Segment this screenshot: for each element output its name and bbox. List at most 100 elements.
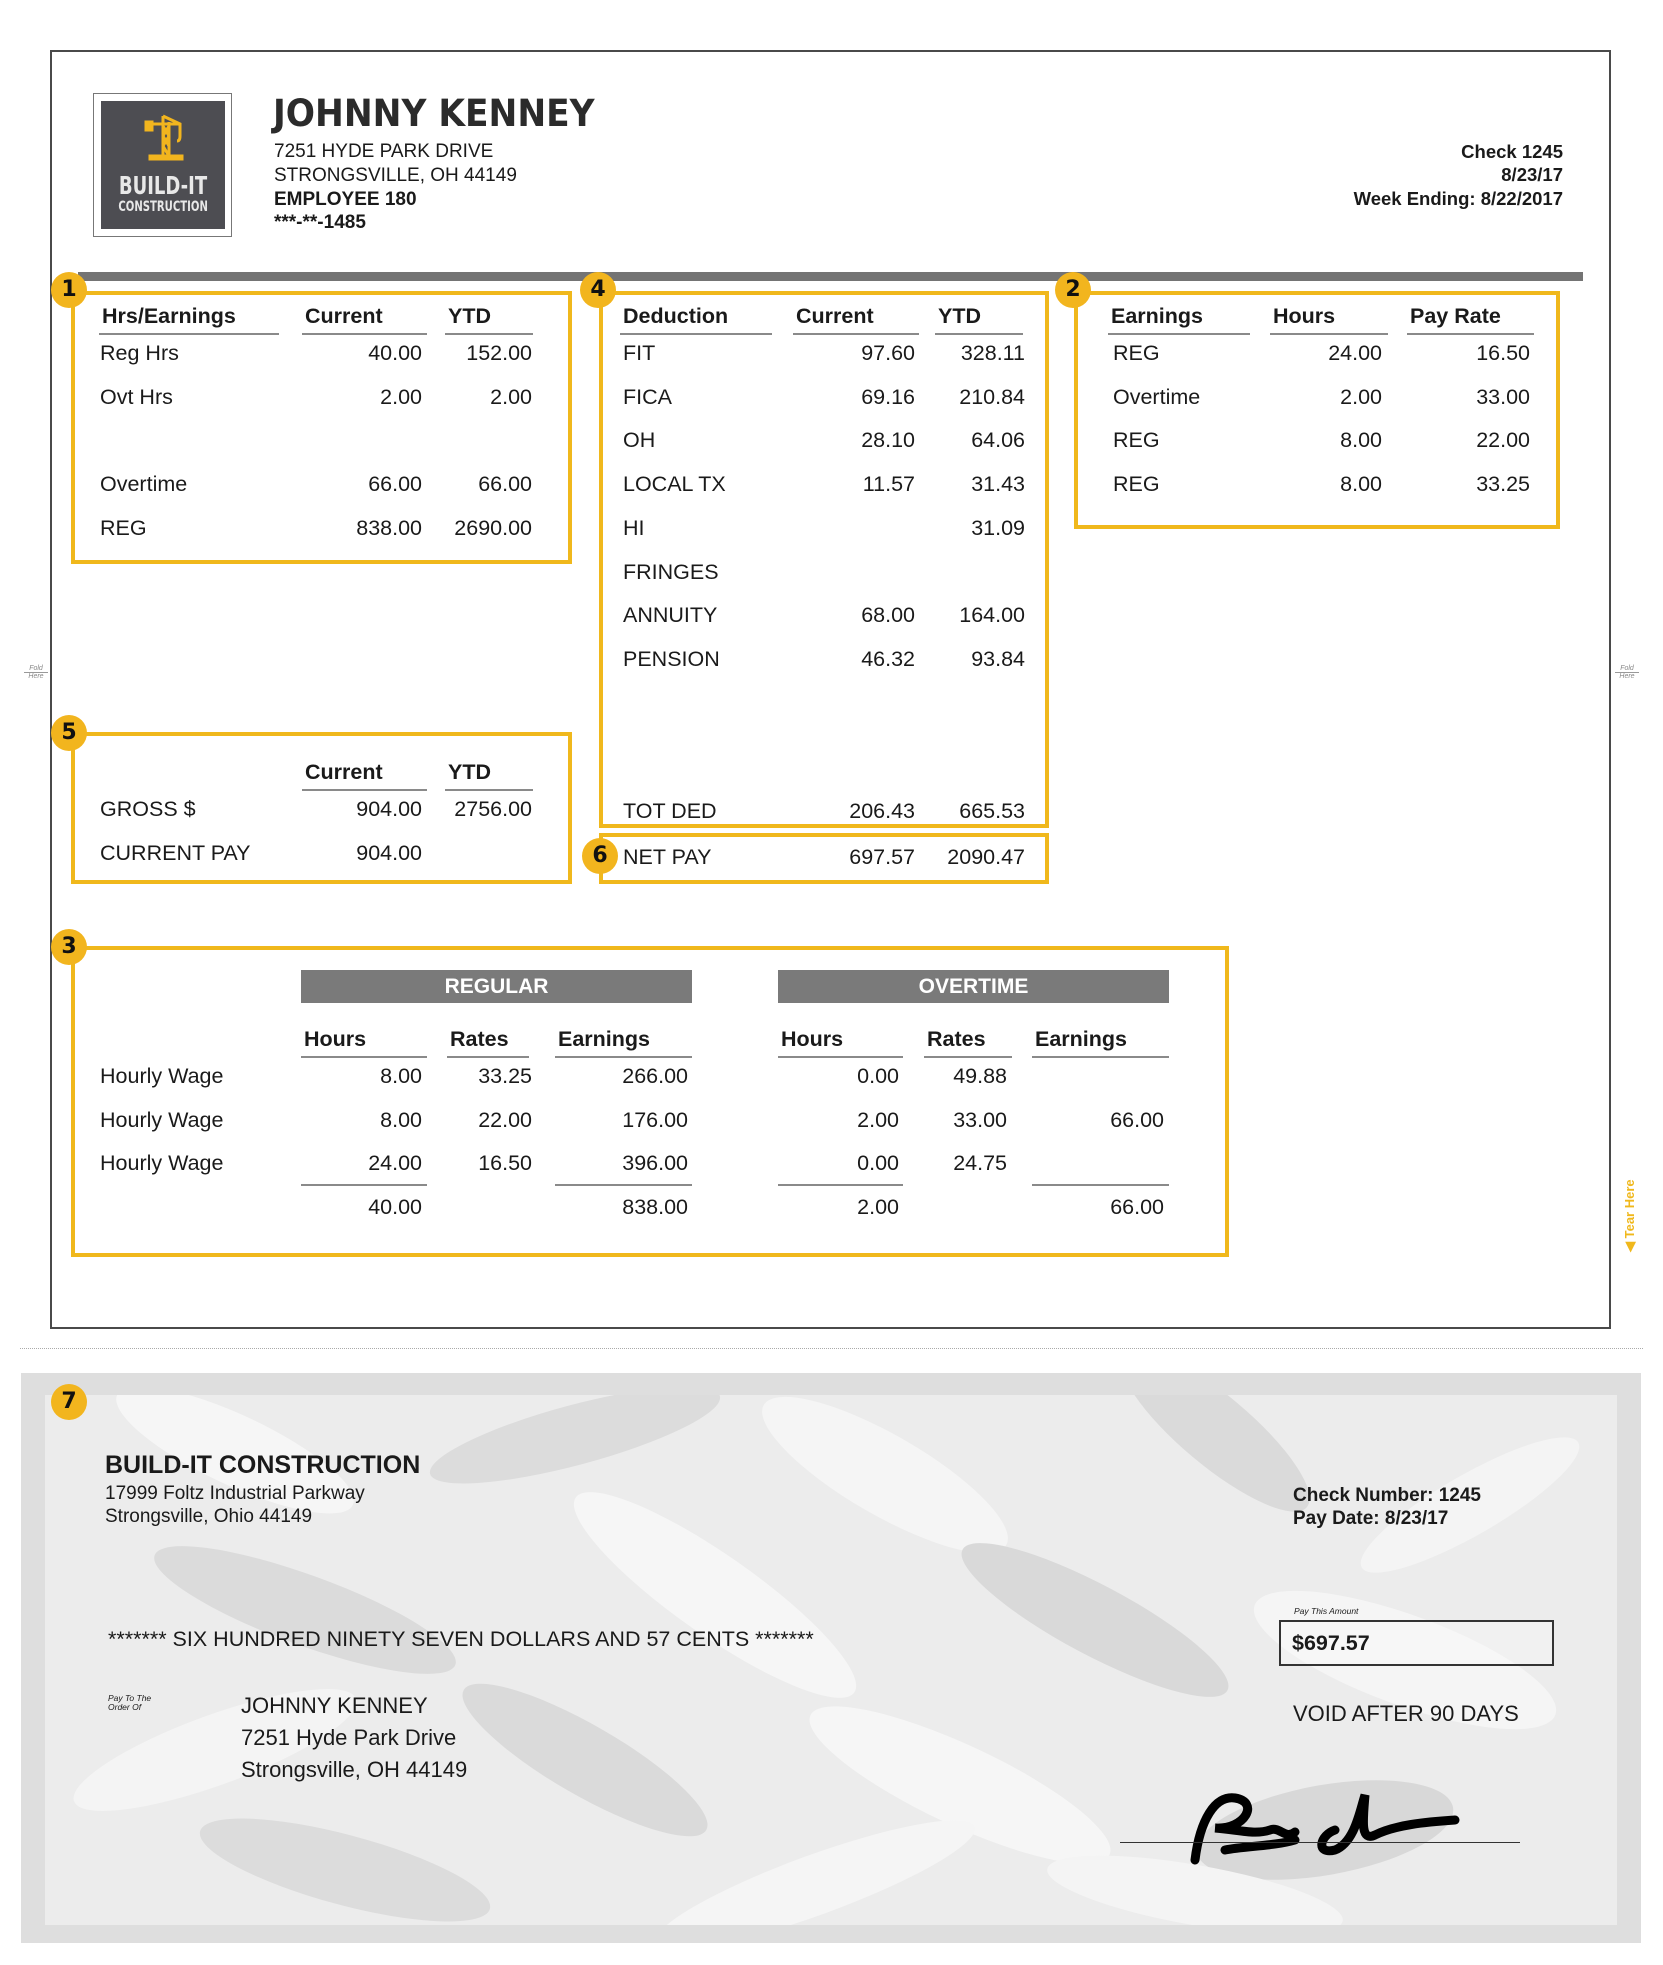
- overtime-earnings: 66.00: [1110, 1107, 1164, 1132]
- overtime-earnings-total: 66.00: [1110, 1195, 1164, 1219]
- row-current: 2.00: [380, 384, 422, 409]
- deduction-current: 28.10: [861, 428, 915, 453]
- row-label: Overtime: [100, 472, 188, 497]
- gross-row-ytd: 2756.00: [454, 797, 532, 821]
- gross-row-current: 904.00: [356, 797, 422, 821]
- overtime-col-hours-underline: [778, 1056, 903, 1058]
- section-badge-6: 6: [582, 838, 618, 874]
- check-company-address1: 17999 Foltz Industrial Parkway: [105, 1483, 365, 1504]
- fold-label: Here: [1619, 673, 1635, 680]
- gross-row-label: GROSS $: [100, 797, 196, 821]
- overtime-header: OVERTIME: [778, 970, 1169, 1003]
- row-ytd: 152.00: [466, 341, 532, 365]
- earning-label: REG: [1113, 472, 1160, 497]
- deduction-label: PENSION: [623, 646, 720, 671]
- earning-label: Overtime: [1113, 384, 1201, 409]
- fold-marker-right: Fold Here: [1615, 665, 1639, 680]
- fold-label: Here: [28, 673, 44, 680]
- overtime-hours: 0.00: [857, 1151, 899, 1176]
- regular-hours: 8.00: [380, 1107, 422, 1132]
- employee-id: EMPLOYEE 180: [274, 189, 417, 210]
- row-label: REG: [100, 515, 147, 540]
- overtime-col-earnings: Earnings: [1035, 1027, 1127, 1051]
- logo-text-primary: BUILD-IT: [118, 171, 208, 200]
- deduction-label: FIT: [623, 341, 656, 365]
- col-header-hours: Hours: [1273, 304, 1336, 328]
- col-header-hrs-earnings-underline: [99, 333, 279, 335]
- col-header-deduction: Deduction: [623, 304, 729, 328]
- deduction-ytd: 31.43: [971, 472, 1025, 497]
- regular-col-hours-underline: [301, 1056, 427, 1058]
- pay-this-amount-label: Pay This Amount: [1294, 1606, 1359, 1616]
- employee-ssn: ***-**-1485: [274, 212, 366, 233]
- deduction-ytd: 164.00: [959, 603, 1025, 628]
- earning-label: REG: [1113, 428, 1160, 453]
- col-header-ytd-underline: [935, 333, 1023, 335]
- section-badge-7: 7: [51, 1384, 87, 1420]
- overtime-hours: 0.00: [857, 1064, 899, 1088]
- deduction-current: 68.00: [861, 603, 915, 628]
- deduction-current: 97.60: [861, 341, 915, 365]
- earning-hours: 8.00: [1340, 472, 1382, 497]
- col-header-ytd-underline: [445, 789, 533, 791]
- deduction-label: FICA: [623, 384, 672, 409]
- regular-col-hours: Hours: [304, 1027, 367, 1051]
- total-deductions-ytd: 665.53: [959, 799, 1025, 823]
- fold-label: Fold: [29, 665, 43, 672]
- deduction-ytd: 328.11: [960, 341, 1025, 365]
- tear-here-marker: ◀ Tear Here: [1622, 1179, 1638, 1252]
- overtime-rate: 24.75: [953, 1151, 1007, 1176]
- deduction-ytd: 210.84: [959, 384, 1025, 409]
- overtime-rate: 33.00: [953, 1107, 1007, 1132]
- regular-rate: 16.50: [478, 1151, 532, 1176]
- check-company-name: BUILD-IT CONSTRUCTION: [105, 1451, 421, 1479]
- regular-earnings: 266.00: [622, 1064, 688, 1088]
- col-header-current: Current: [305, 304, 383, 328]
- row-current: 40.00: [368, 341, 422, 365]
- earning-rate: 33.25: [1476, 472, 1530, 497]
- pay-date-label: Pay Date: 8/23/17: [1293, 1508, 1449, 1529]
- overtime-col-earnings-underline: [1032, 1056, 1169, 1058]
- signature-icon: [1190, 1793, 1460, 1865]
- deduction-current: 69.16: [861, 384, 915, 409]
- section-badge-1: 1: [51, 272, 87, 308]
- overtime-col-rates: Rates: [927, 1027, 986, 1051]
- tear-here-label: Tear Here: [1622, 1179, 1637, 1239]
- col-header-earnings-underline: [1108, 333, 1250, 335]
- fold-label: Fold: [1620, 665, 1634, 672]
- col-header-hours-underline: [1270, 333, 1388, 335]
- payee-address2: Strongsville, OH 44149: [241, 1757, 468, 1782]
- check-company-address2: Strongsville, Ohio 44149: [105, 1506, 313, 1527]
- regular-hours-total-rule: [301, 1184, 427, 1186]
- col-header-current: Current: [796, 304, 874, 328]
- check-date: 8/23/17: [1501, 164, 1563, 185]
- regular-hours-total: 40.00: [368, 1195, 422, 1219]
- overtime-hours-total-rule: [778, 1184, 903, 1186]
- crane-icon: [144, 114, 184, 161]
- earning-hours: 8.00: [1340, 428, 1382, 453]
- total-deductions-current: 206.43: [849, 799, 915, 823]
- earning-hours: 24.00: [1328, 341, 1382, 365]
- deduction-current: 46.32: [861, 646, 915, 671]
- tear-line[interactable]: [20, 1348, 1643, 1349]
- overtime-rate: 49.88: [953, 1064, 1007, 1088]
- overtime-col-rates-underline: [924, 1056, 1012, 1058]
- check-amount: $697.57: [1292, 1631, 1370, 1655]
- col-header-current-underline: [302, 789, 427, 791]
- deduction-ytd: 31.09: [971, 515, 1025, 540]
- deduction-ytd: 64.06: [971, 428, 1025, 453]
- tear-arrow-icon: ◀: [1622, 1238, 1637, 1252]
- row-current: 838.00: [356, 515, 422, 540]
- employee-address-line2: STRONGSVILLE, OH 44149: [274, 165, 517, 186]
- row-ytd: 66.00: [478, 472, 532, 497]
- wage-row-label: Hourly Wage: [100, 1064, 224, 1088]
- row-ytd: 2690.00: [454, 515, 532, 540]
- regular-earnings: 176.00: [622, 1107, 688, 1132]
- regular-rate: 22.00: [478, 1107, 532, 1132]
- row-ytd: 2.00: [490, 384, 532, 409]
- col-header-current-underline: [793, 333, 919, 335]
- col-header-ytd: YTD: [448, 760, 491, 784]
- col-header-pay-rate-underline: [1407, 333, 1534, 335]
- overtime-earnings-total-rule: [1032, 1184, 1169, 1186]
- regular-rate: 33.25: [478, 1064, 532, 1088]
